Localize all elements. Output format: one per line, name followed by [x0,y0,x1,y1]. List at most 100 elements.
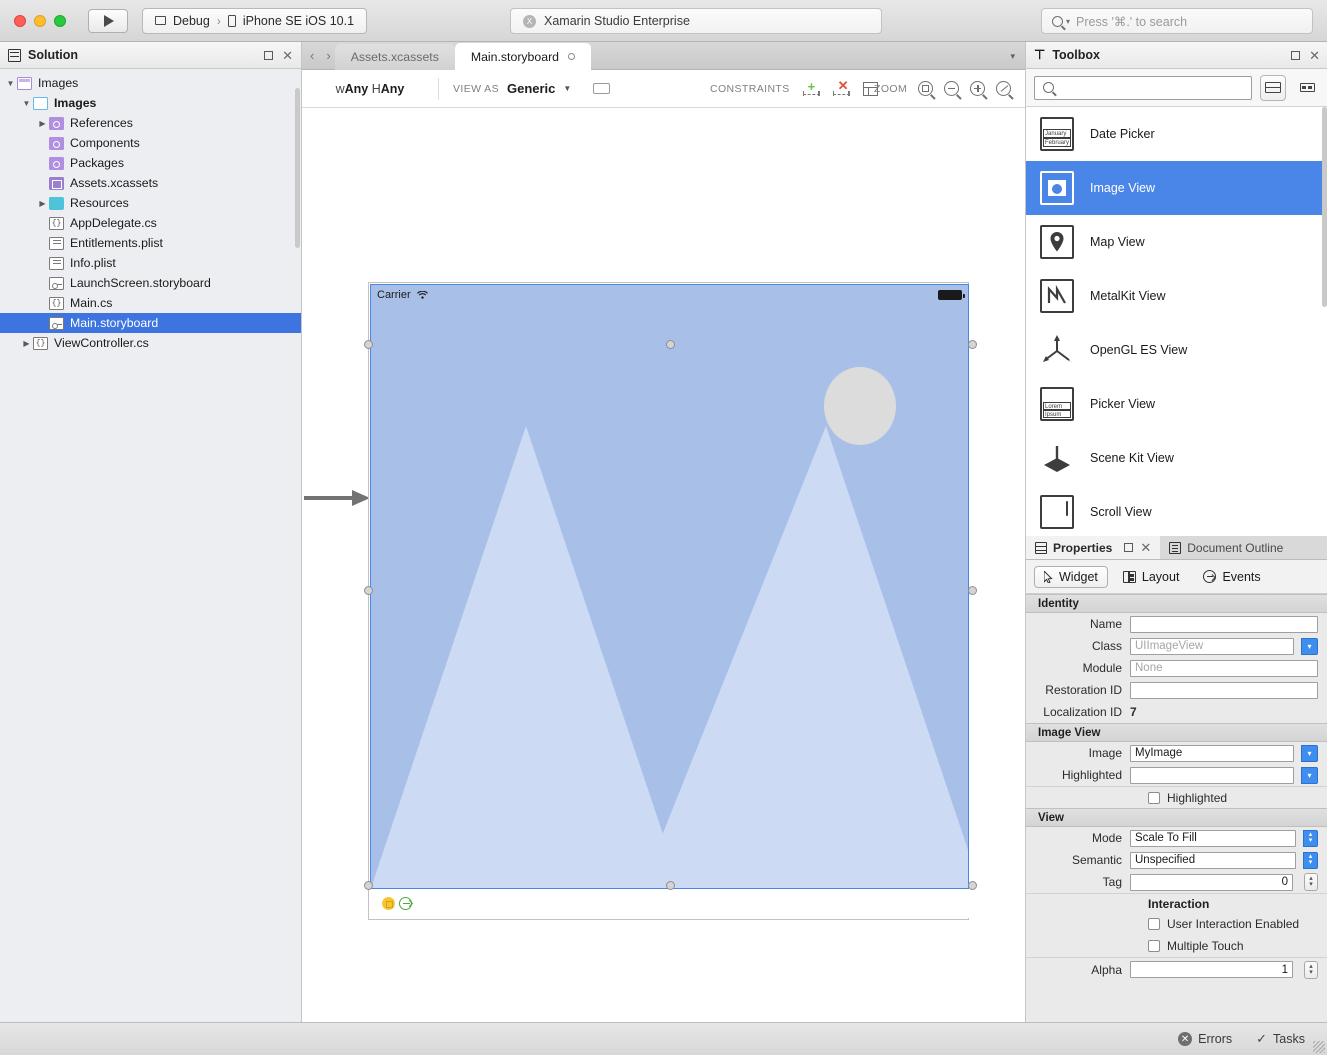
disclosure-triangle-icon[interactable]: ▼ [20,99,33,108]
toolbox-scrollbar[interactable] [1322,107,1327,307]
checkbox-highlighted-row[interactable]: Highlighted [1026,786,1327,808]
tree-item-assets-xcassets[interactable]: Assets.xcassets [0,173,301,193]
unsaved-indicator-icon[interactable] [568,53,575,60]
highlighted-dropdown-chevron-down-icon[interactable]: ▾ [1301,767,1318,784]
checkbox-user-interaction-row[interactable]: User Interaction Enabled [1026,913,1327,935]
image-input[interactable]: MyImage [1130,745,1294,762]
run-configuration-selector[interactable]: Debug › iPhone SE iOS 10.1 [142,8,367,34]
segment-widget[interactable]: Widget [1034,566,1108,588]
image-dropdown-chevron-down-icon[interactable]: ▾ [1301,745,1318,762]
tree-item-info-plist[interactable]: Info.plist [0,253,301,273]
image-view-selected[interactable]: Carrier [370,284,969,889]
close-pad-icon[interactable]: ✕ [1140,541,1151,554]
tree-item-launchscreen-storyboard[interactable]: LaunchScreen.storyboard [0,273,301,293]
resize-handle-bottom-center[interactable] [666,881,675,890]
module-input[interactable]: None [1130,660,1318,677]
pin-pad-button[interactable] [1124,543,1133,552]
zoom-window-button[interactable] [54,15,66,27]
storyboard-canvas[interactable]: Carrier [302,108,1025,1022]
resize-handle-top-center[interactable] [666,340,675,349]
tag-stepper-icon[interactable]: ▴▾ [1304,873,1318,891]
alpha-input[interactable]: 1 [1130,961,1293,978]
remove-constraint-icon[interactable]: ✕ [833,81,850,97]
tree-item-main-storyboard[interactable]: Main.storyboard [0,313,301,333]
name-input[interactable] [1130,616,1318,633]
segment-layout[interactable]: Layout [1114,567,1189,587]
toolbox-item-map-view[interactable]: Map View [1026,215,1327,269]
device-preview-icon[interactable] [593,83,610,94]
mode-select[interactable]: Scale To Fill [1130,830,1296,847]
pin-pad-button[interactable] [1291,51,1300,60]
resize-handle-top-right[interactable] [968,340,977,349]
size-class-label[interactable]: wAny HAny [302,82,438,96]
tree-item-packages[interactable]: Packages [0,153,301,173]
toolbox-item-scene-kit-view[interactable]: Scene Kit View [1026,431,1327,485]
disclosure-triangle-icon[interactable]: ▶ [20,339,33,348]
errors-status-button[interactable]: ✕ Errors [1178,1032,1232,1046]
window-resize-grip[interactable] [1313,1041,1325,1053]
toolbox-list-view-button[interactable] [1260,75,1286,101]
tab-overflow-chevron-down-icon[interactable]: ▾ [1010,51,1015,62]
toolbox-item-opengl-es-view[interactable]: OpenGL ES View [1026,323,1327,377]
toolbox-item-list[interactable]: January FebruaryDate Picker Image View M… [1026,107,1327,563]
tree-item-resources[interactable]: ▶Resources [0,193,301,213]
checkbox-multiple-touch-row[interactable]: Multiple Touch [1026,935,1327,957]
multiple-touch-checkbox[interactable] [1148,940,1160,952]
disclosure-triangle-icon[interactable]: ▼ [4,79,17,88]
toolbox-item-date-picker[interactable]: January FebruaryDate Picker [1026,107,1327,161]
mode-stepper-icon[interactable]: ▴▾ [1303,830,1318,847]
zoom-fit-icon[interactable] [918,81,933,96]
toolbox-item-metalkit-view[interactable]: MetalKit View [1026,269,1327,323]
close-window-button[interactable] [14,15,26,27]
highlighted-image-input[interactable] [1130,767,1294,784]
tab-document-outline[interactable]: Document Outline [1160,536,1292,559]
toolbox-search-input[interactable] [1034,76,1252,100]
alpha-stepper-icon[interactable]: ▴▾ [1304,961,1318,979]
forward-icon[interactable]: › [326,48,330,63]
tasks-status-button[interactable]: ✓ Tasks [1256,1031,1305,1047]
solution-tree[interactable]: ▼Images▼Images▶ReferencesComponentsPacka… [0,69,301,353]
zoom-out-icon[interactable] [944,81,959,96]
run-button[interactable] [88,9,128,33]
resize-handle-middle-right[interactable] [968,586,977,595]
toolbox-item-scroll-view[interactable]: Scroll View [1026,485,1327,539]
semantic-select[interactable]: Unspecified [1130,852,1296,869]
close-pad-icon[interactable]: ✕ [282,49,293,62]
view-as-value[interactable]: Generic [507,81,555,96]
tree-item-images[interactable]: ▼Images [0,93,301,113]
resize-handle-bottom-left[interactable] [364,881,373,890]
tab-assets-xcassets[interactable]: Assets.xcassets [335,44,455,70]
minimize-window-button[interactable] [34,15,46,27]
view-controller-scene[interactable]: Carrier [368,282,969,920]
tree-item-components[interactable]: Components [0,133,301,153]
resize-handle-middle-left[interactable] [364,586,373,595]
tag-input[interactable]: 0 [1130,874,1293,891]
semantic-stepper-icon[interactable]: ▴▾ [1303,852,1318,869]
highlighted-checkbox[interactable] [1148,792,1160,804]
view-controller-icon[interactable] [382,897,395,910]
toolbox-compact-view-button[interactable] [1294,75,1320,101]
tree-item-entitlements-plist[interactable]: Entitlements.plist [0,233,301,253]
tab-properties[interactable]: Properties ✕ [1026,536,1160,559]
chevron-down-icon[interactable]: ▼ [563,84,571,93]
tree-item-images[interactable]: ▼Images [0,73,301,93]
global-search-field[interactable]: ▾ Press '⌘.' to search [1041,8,1313,34]
tree-item-viewcontroller-cs[interactable]: ▶{}ViewController.cs [0,333,301,353]
pin-pad-button[interactable] [264,51,273,60]
add-constraint-icon[interactable]: + [803,81,820,97]
restoration-id-input[interactable] [1130,682,1318,699]
class-input[interactable]: UIImageView [1130,638,1294,655]
zoom-in-icon[interactable] [970,81,985,96]
back-icon[interactable]: ‹ [310,48,314,63]
tree-item-references[interactable]: ▶References [0,113,301,133]
segment-events[interactable]: Events [1194,567,1269,587]
close-pad-icon[interactable]: ✕ [1309,49,1320,62]
zoom-reset-icon[interactable] [996,81,1011,96]
resize-handle-top-left[interactable] [364,340,373,349]
disclosure-triangle-icon[interactable]: ▶ [36,119,49,128]
solution-scrollbar[interactable] [295,88,300,248]
tree-item-appdelegate-cs[interactable]: {}AppDelegate.cs [0,213,301,233]
resize-handle-bottom-right[interactable] [968,881,977,890]
user-interaction-enabled-checkbox[interactable] [1148,918,1160,930]
tab-main-storyboard[interactable]: Main.storyboard [455,43,591,70]
